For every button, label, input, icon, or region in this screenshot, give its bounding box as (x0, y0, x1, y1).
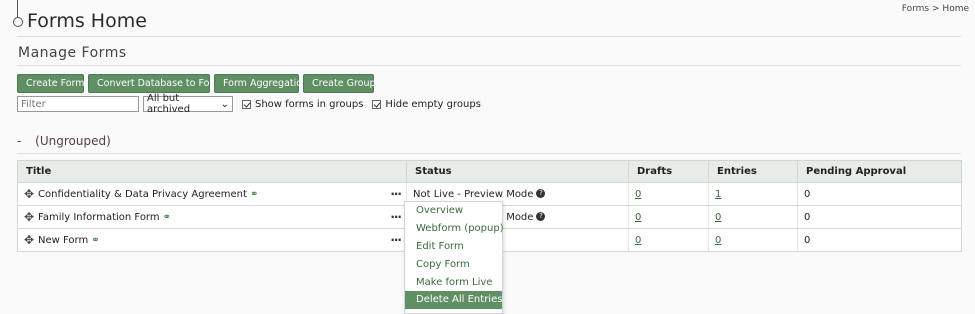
divider (17, 153, 961, 154)
collapse-toggle[interactable]: - (17, 134, 21, 148)
toolbar: Create Form Convert Database to Form For… (17, 74, 376, 93)
pending-cell: 0 (797, 205, 962, 229)
show-forms-in-groups-toggle[interactable]: Show forms in groups (242, 99, 363, 110)
status-select-value: All but archived (147, 93, 191, 115)
drag-handle-icon[interactable]: ✥ (24, 210, 34, 224)
drafts-link[interactable]: 0 (635, 212, 641, 223)
form-aggregation-button[interactable]: Form Aggregation (214, 74, 308, 93)
row-menu-button[interactable]: ··· (390, 187, 402, 201)
drafts-link[interactable]: 0 (635, 235, 641, 246)
row-menu-button[interactable]: ··· (390, 210, 402, 224)
row-menu-button[interactable]: ··· (390, 233, 402, 247)
entries-cell: 0 (708, 228, 798, 252)
help-icon[interactable]: ? (536, 189, 546, 198)
link-icon[interactable]: ⚭ (163, 212, 171, 223)
filter-bar: All but archived ⌄ Show forms in groups … (17, 93, 481, 115)
create-group-button[interactable]: Create Group (303, 74, 376, 93)
menu-item-overview[interactable]: Overview (405, 202, 502, 220)
table-header-row: Title Status Drafts Entries Pending Appr… (17, 160, 962, 183)
hide-empty-groups-checkbox[interactable] (372, 99, 382, 109)
column-header-title: Title (17, 160, 407, 183)
title-cell: ✥ Family Information Form ⚭ ··· (17, 205, 407, 229)
form-title: New Form (38, 234, 89, 246)
group-header[interactable]: - (Ungrouped) (17, 134, 111, 148)
entries-link[interactable]: 1 (715, 189, 721, 200)
drafts-link[interactable]: 0 (635, 189, 641, 200)
row-context-menu: Overview Webform (popup) Edit Form Copy … (404, 201, 504, 314)
menu-item-copy-form[interactable]: Copy Form (405, 255, 502, 273)
column-header-pending-approval: Pending Approval (797, 160, 962, 183)
form-title: Confidentiality & Data Privacy Agreement (38, 188, 247, 200)
title-cell: ✥ Confidentiality & Data Privacy Agreeme… (17, 182, 407, 206)
breadcrumb-home[interactable]: Home (942, 4, 969, 14)
menu-item-make-form-live[interactable]: Make form Live (405, 273, 502, 291)
breadcrumb-forms[interactable]: Forms (902, 4, 929, 14)
column-header-drafts: Drafts (628, 160, 709, 183)
form-status: Not Live - Preview Mode (413, 188, 534, 200)
status-select[interactable]: All but archived ⌄ (143, 93, 233, 115)
pending-cell: 0 (797, 228, 962, 252)
menu-item-webform-popup[interactable]: Webform (popup) (405, 220, 504, 238)
title-cell: ✥ New Form ⚭ ··· (17, 228, 407, 252)
timeline-dot (13, 17, 23, 27)
page-title: Forms Home (27, 10, 147, 32)
column-header-entries: Entries (708, 160, 798, 183)
drag-handle-icon[interactable]: ✥ (24, 187, 34, 201)
entries-cell: 1 (708, 182, 798, 206)
divider (17, 65, 961, 66)
link-icon[interactable]: ⚭ (250, 189, 258, 200)
column-header-status: Status (406, 160, 629, 183)
hide-empty-groups-label: Hide empty groups (385, 98, 481, 110)
menu-item-delete-all-entries[interactable]: Delete All Entries (405, 290, 502, 309)
drag-handle-icon[interactable]: ✥ (24, 233, 34, 247)
entries-cell: 0 (708, 205, 798, 229)
pending-cell: 0 (797, 182, 962, 206)
drafts-cell: 0 (628, 205, 709, 229)
entries-link[interactable]: 0 (715, 212, 721, 223)
breadcrumb: Forms > Home (902, 4, 969, 14)
section-title: Manage Forms (18, 45, 127, 61)
breadcrumb-separator: > (932, 4, 940, 14)
help-icon[interactable]: ? (536, 212, 546, 221)
group-name: (Ungrouped) (35, 134, 111, 148)
divider (17, 36, 961, 37)
show-forms-in-groups-label: Show forms in groups (255, 98, 364, 110)
show-forms-in-groups-checkbox[interactable] (242, 99, 251, 109)
create-form-button[interactable]: Create Form (17, 74, 85, 93)
link-icon[interactable]: ⚭ (91, 235, 99, 246)
drafts-cell: 0 (628, 182, 709, 206)
hide-empty-groups-toggle[interactable]: Hide empty groups (372, 99, 481, 110)
chevron-down-icon: ⌄ (220, 98, 229, 110)
menu-item-edit-form[interactable]: Edit Form (405, 238, 502, 256)
timeline-line (17, 0, 18, 18)
filter-input[interactable] (17, 96, 139, 112)
drafts-cell: 0 (628, 228, 709, 252)
form-title: Family Information Form (38, 211, 160, 223)
entries-link[interactable]: 0 (715, 235, 721, 246)
convert-database-button[interactable]: Convert Database to Form (88, 74, 222, 93)
